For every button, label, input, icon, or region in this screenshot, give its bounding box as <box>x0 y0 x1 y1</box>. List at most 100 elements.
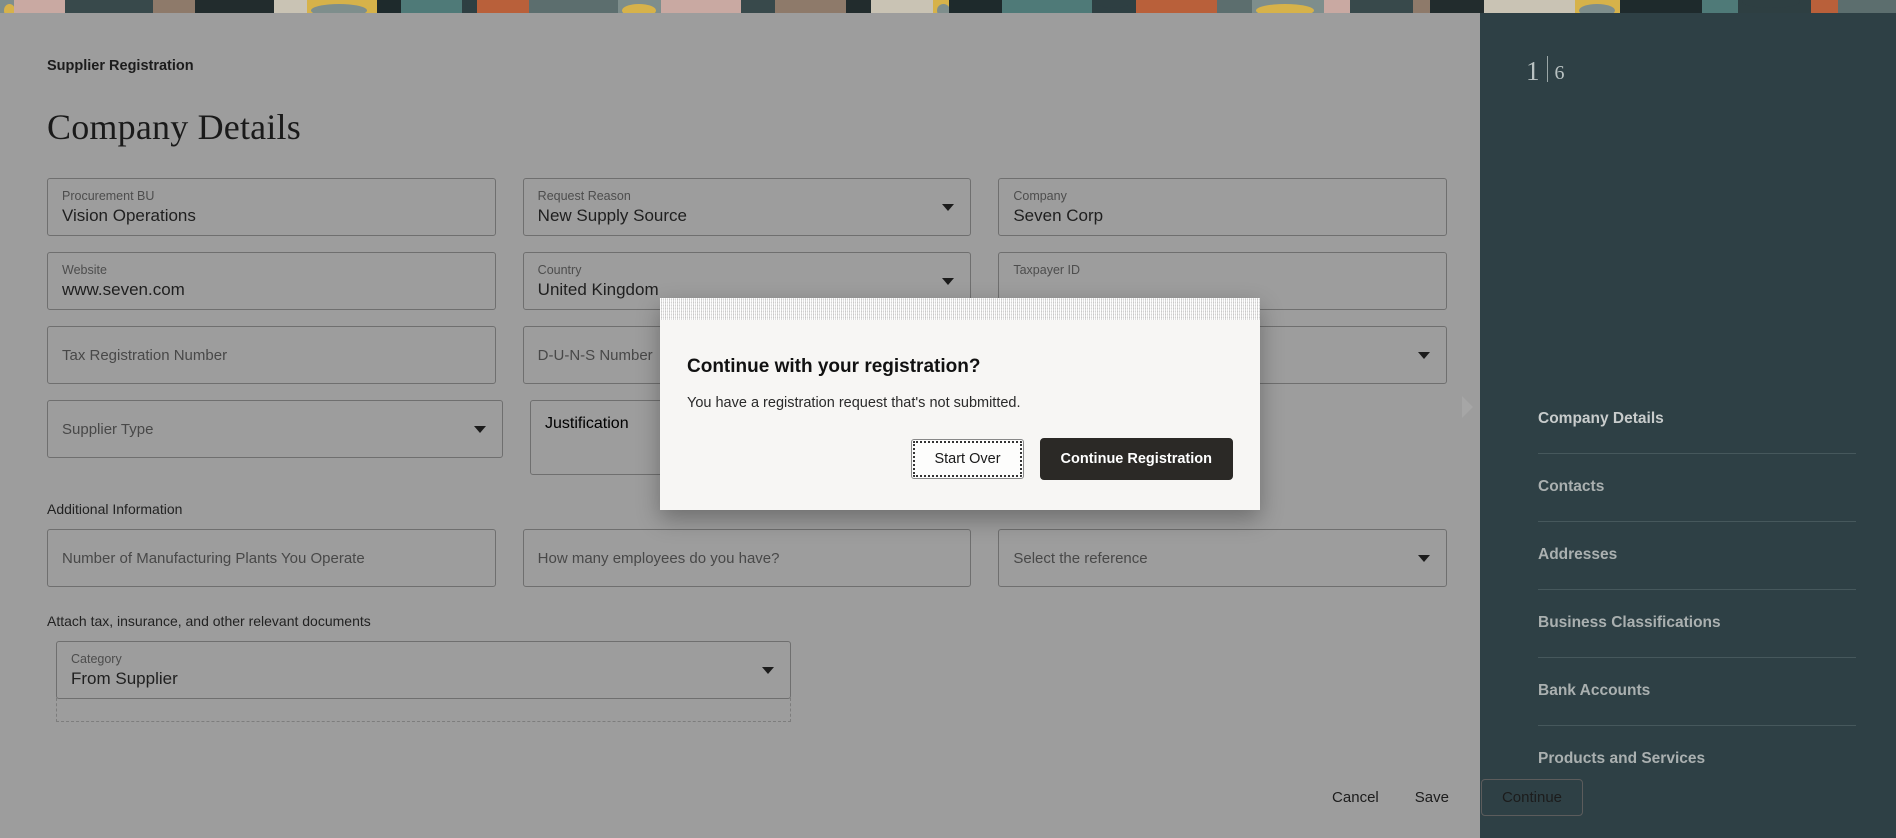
procurement-bu-label: Procurement BU <box>62 189 155 203</box>
procurement-bu-field[interactable]: Procurement BU Vision Operations <box>47 178 496 236</box>
footer-actions: Cancel Save Continue <box>1314 779 1583 816</box>
page-title: Company Details <box>47 107 301 147</box>
rail-step-label: Products and Services <box>1538 750 1706 767</box>
banner-stripe <box>1484 0 1575 13</box>
supplier-type-placeholder: Supplier Type <box>62 420 154 438</box>
app-root: Supplier Registration Company Details Pr… <box>0 0 1896 838</box>
procurement-bu-value: Vision Operations <box>62 206 196 225</box>
continue-button[interactable]: Continue <box>1480 779 1583 816</box>
manufacturing-plants-placeholder: Number of Manufacturing Plants You Opera… <box>62 549 365 567</box>
banner-blob <box>937 4 950 13</box>
banner-stripe <box>1430 0 1484 13</box>
additional-information-row: Number of Manufacturing Plants You Opera… <box>47 529 1448 587</box>
rail-step-label: Contacts <box>1538 478 1605 495</box>
reference-placeholder: Select the reference <box>1013 549 1148 567</box>
chevron-down-icon[interactable] <box>942 278 955 285</box>
banner-stripe <box>1702 0 1738 13</box>
banner-blob <box>622 4 657 13</box>
dialog-actions: Start Over Continue Registration <box>911 438 1233 480</box>
banner-stripe <box>1217 0 1252 13</box>
employee-count-field[interactable]: How many employees do you have? <box>522 529 972 587</box>
banner-stripe <box>1350 0 1413 13</box>
category-value: From Supplier <box>71 669 178 688</box>
dialog-message: You have a registration request that's n… <box>687 395 1021 411</box>
request-reason-field[interactable]: Request Reason New Supply Source <box>522 178 972 236</box>
banner-blob <box>311 4 367 13</box>
website-value: www.seven.com <box>62 280 185 299</box>
banner-stripe <box>377 0 401 13</box>
attachments-label: Attach tax, insurance, and other relevan… <box>47 613 371 629</box>
company-value: Seven Corp <box>1013 206 1104 225</box>
banner-stripe <box>1620 0 1702 13</box>
rail-step-label: Company Details <box>1538 410 1664 427</box>
banner-blob <box>1579 4 1615 13</box>
request-reason-label: Request Reason <box>537 189 631 203</box>
chevron-down-icon[interactable] <box>474 426 486 433</box>
banner-stripe <box>871 0 933 13</box>
banner-stripe <box>1838 0 1896 13</box>
rail-step-contacts[interactable]: Contacts <box>1480 453 1896 521</box>
banner-blob <box>1256 4 1314 13</box>
progress-rail: 16 Company Details Contacts Addresses Busin… <box>1480 13 1896 838</box>
website-field[interactable]: Website www.seven.com <box>47 252 496 310</box>
banner-stripe <box>274 0 307 13</box>
form-row: Procurement BU Vision Operations Request R… <box>47 178 1448 236</box>
rail-step-label: Bank Accounts <box>1538 682 1651 699</box>
banner-stripe <box>195 0 274 13</box>
save-button[interactable]: Save <box>1397 780 1467 815</box>
category-label: Category <box>71 652 122 666</box>
banner-stripe <box>14 0 65 13</box>
banner-stripe <box>401 0 462 13</box>
banner-stripe <box>1324 0 1350 13</box>
attachment-category-wrapper: Category From Supplier <box>47 641 1447 722</box>
cancel-button[interactable]: Cancel <box>1314 780 1397 815</box>
rail-step-addresses[interactable]: Addresses <box>1480 521 1896 589</box>
country-label: Country <box>537 263 582 277</box>
banner-stripe <box>1002 0 1092 13</box>
company-field[interactable]: Company Seven Corp <box>998 178 1448 236</box>
supplier-type-field[interactable]: Supplier Type <box>47 400 503 458</box>
rail-step-list: Company Details Contacts Addresses Business… <box>1480 385 1896 793</box>
banner-stripe <box>477 0 529 13</box>
taxpayer-id-label: Taxpayer ID <box>1013 263 1081 277</box>
attachment-dropzone[interactable] <box>56 698 791 722</box>
employee-count-placeholder: How many employees do you have? <box>537 549 780 567</box>
company-label: Company <box>1013 189 1067 203</box>
duns-number-placeholder: D-U-N-S Number <box>537 346 653 364</box>
continue-registration-button[interactable]: Continue Registration <box>1039 438 1233 480</box>
request-reason-value: New Supply Source <box>537 206 687 225</box>
banner-stripe <box>529 0 618 13</box>
rail-step-business-classifications[interactable]: Business Classifications <box>1480 589 1896 657</box>
breadcrumb: Supplier Registration <box>47 58 194 74</box>
banner-stripe <box>741 0 775 13</box>
banner-stripe <box>1811 0 1838 13</box>
step-current: 1 <box>1526 56 1540 86</box>
banner-stripe <box>846 0 871 13</box>
banner-stripe <box>661 0 741 13</box>
reference-field[interactable]: Select the reference <box>998 529 1448 587</box>
dialog-texture-strip <box>660 298 1260 320</box>
step-counter: 16 <box>1526 56 1565 87</box>
category-field[interactable]: Category From Supplier <box>56 641 791 699</box>
active-step-pointer-icon <box>1462 396 1473 418</box>
rail-step-company-details[interactable]: Company Details <box>1480 385 1896 453</box>
chevron-down-icon[interactable] <box>1418 352 1431 359</box>
tax-registration-number-placeholder: Tax Registration Number <box>62 346 228 364</box>
chevron-down-icon[interactable] <box>942 204 955 211</box>
continue-registration-dialog: Continue with your registration? You hav… <box>660 298 1260 510</box>
rail-step-label: Addresses <box>1538 546 1618 563</box>
dialog-title: Continue with your registration? <box>687 356 981 377</box>
banner-stripe <box>1136 0 1217 13</box>
chevron-down-icon[interactable] <box>1418 555 1431 562</box>
step-separator <box>1546 56 1548 82</box>
rail-step-bank-accounts[interactable]: Bank Accounts <box>1480 657 1896 725</box>
tax-registration-number-field[interactable]: Tax Registration Number <box>47 326 496 384</box>
rail-step-label: Business Classifications <box>1538 614 1721 631</box>
decorative-banner <box>0 0 1896 13</box>
banner-stripe <box>65 0 153 13</box>
website-label: Website <box>62 263 107 277</box>
chevron-down-icon[interactable] <box>762 667 774 674</box>
manufacturing-plants-field[interactable]: Number of Manufacturing Plants You Opera… <box>47 529 496 587</box>
step-total: 6 <box>1554 62 1565 84</box>
start-over-button[interactable]: Start Over <box>911 439 1024 479</box>
